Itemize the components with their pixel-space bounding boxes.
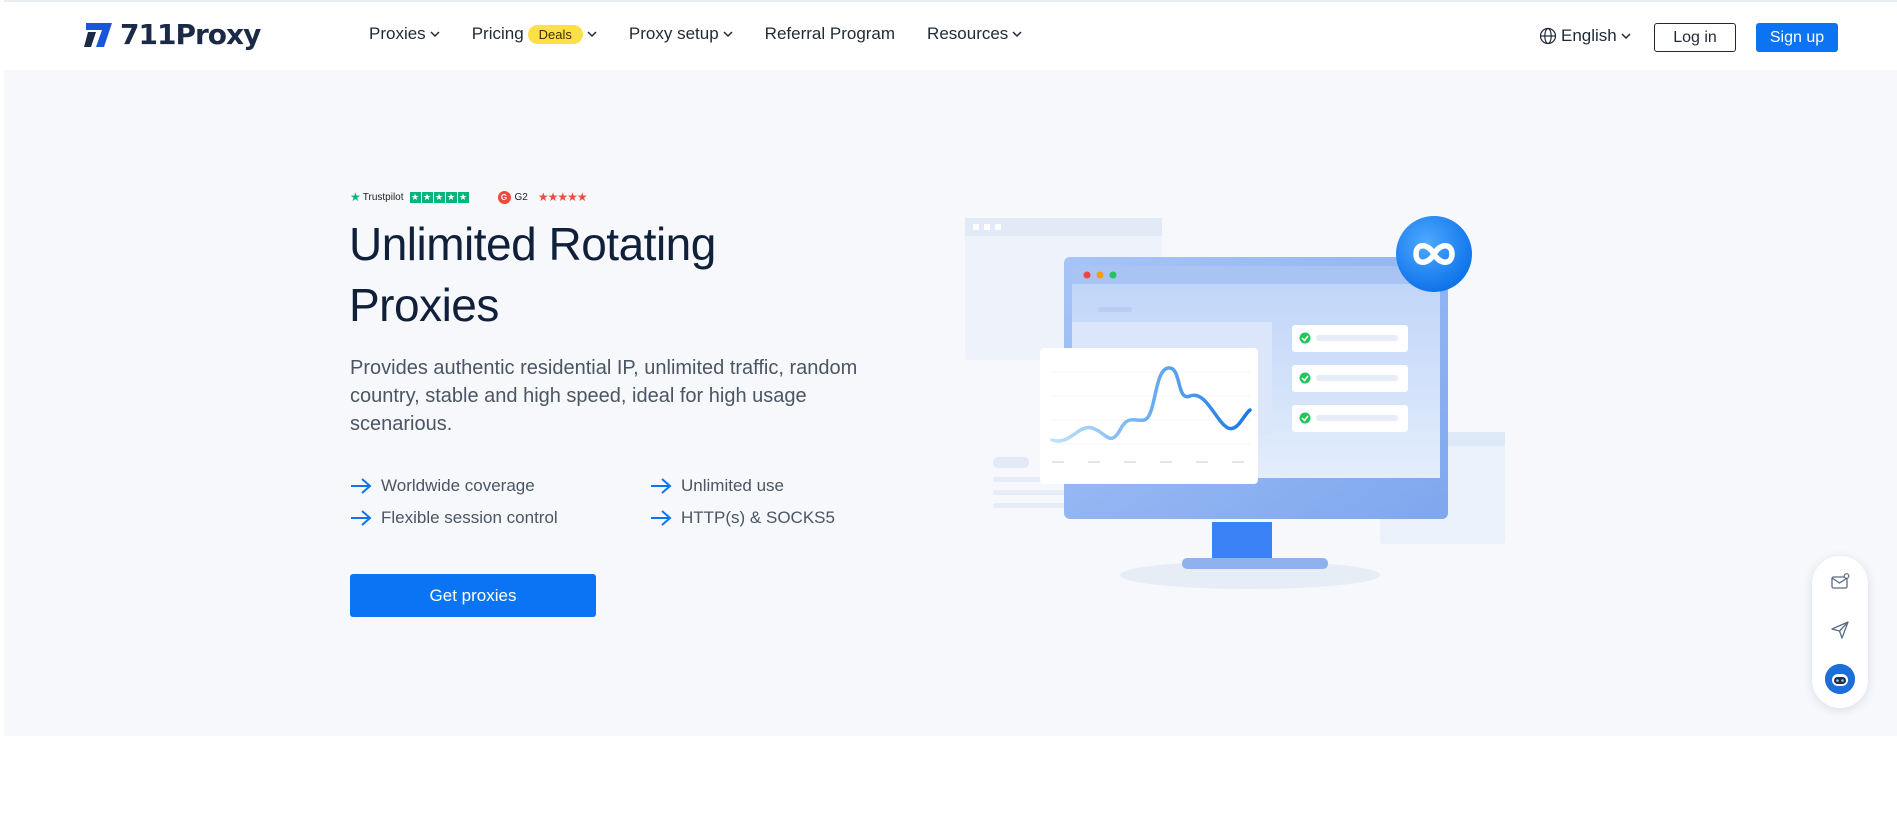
nav-pricing[interactable]: Pricing Deals [472, 24, 597, 44]
chevron-down-icon [1012, 31, 1022, 38]
nav-proxy-setup-label: Proxy setup [628, 24, 719, 43]
chevron-down-icon [723, 31, 733, 38]
ratings-row: ★ Trustpilot ★ ★ ★ ★ ★ G G2 ★★★★★ [350, 190, 588, 204]
nav-resources-label: Resources [927, 24, 1009, 43]
globe-icon [1539, 27, 1557, 45]
brand-number: 711 [120, 18, 176, 51]
nav-resources[interactable]: Resources [927, 24, 1022, 44]
711proxy-logo-icon [84, 22, 112, 47]
arrow-right-icon [651, 478, 672, 494]
hero-description: Provides authentic residential IP, unlim… [350, 357, 858, 435]
feature-item: HTTP(s) & SOCKS5 [650, 508, 850, 528]
signup-button[interactable]: Sign up [1756, 23, 1838, 52]
g2-label: G2 [514, 191, 528, 203]
nav-proxies-label: Proxies [369, 24, 426, 43]
nav-proxies[interactable]: Proxies [369, 24, 440, 44]
nav-proxy-setup[interactable]: Proxy setup [629, 24, 733, 44]
language-label: English [1561, 26, 1617, 45]
g2-logo-icon: G [497, 190, 511, 204]
floating-contact-bar [1812, 556, 1868, 708]
feature-item: Worldwide coverage [350, 476, 650, 496]
get-proxies-button[interactable]: Get proxies [350, 574, 596, 617]
main-nav: Proxies Pricing Deals Proxy setup Referr… [369, 24, 1054, 44]
language-selector[interactable]: English [1539, 26, 1631, 46]
chevron-down-icon [1621, 33, 1631, 40]
login-button[interactable]: Log in [1654, 23, 1736, 52]
arrow-right-icon [651, 510, 672, 526]
arrow-right-icon [351, 510, 372, 526]
nav-pricing-label: Pricing [471, 24, 524, 43]
hero-title: Unlimited Rotating Proxies [349, 218, 716, 331]
site-header: 711Proxy Proxies Pricing Deals Proxy set… [4, 0, 1897, 70]
feature-label: Worldwide coverage [381, 476, 535, 495]
nav-referral-program[interactable]: Referral Program [765, 24, 895, 44]
feature-list: Worldwide coverage Unlimited use Flexibl… [350, 476, 850, 528]
feature-item: Unlimited use [650, 476, 850, 496]
nav-referral-label: Referral Program [764, 24, 896, 43]
feature-label: Unlimited use [681, 476, 784, 495]
feature-item: Flexible session control [350, 508, 650, 528]
support-avatar-icon[interactable] [1825, 664, 1855, 694]
arrow-right-icon [351, 478, 372, 494]
hero-section [4, 70, 1897, 736]
hero-illustration [965, 216, 1505, 589]
trustpilot-label: Trustpilot [362, 191, 404, 203]
trustpilot-star-icon: ★ [350, 190, 361, 204]
trustpilot-stars: ★ ★ ★ ★ ★ [409, 191, 469, 203]
brand-name: 711Proxy [120, 18, 261, 51]
brand-word: Proxy [175, 18, 261, 51]
feature-label: Flexible session control [381, 508, 558, 527]
g2-stars: ★★★★★ [537, 190, 588, 204]
mail-icon[interactable] [1830, 572, 1850, 592]
chevron-down-icon [587, 31, 597, 38]
send-icon[interactable] [1830, 620, 1850, 640]
chevron-down-icon [430, 31, 440, 38]
brand-logo[interactable]: 711Proxy [84, 18, 261, 51]
deals-badge: Deals [527, 24, 583, 44]
feature-label: HTTP(s) & SOCKS5 [681, 508, 835, 527]
